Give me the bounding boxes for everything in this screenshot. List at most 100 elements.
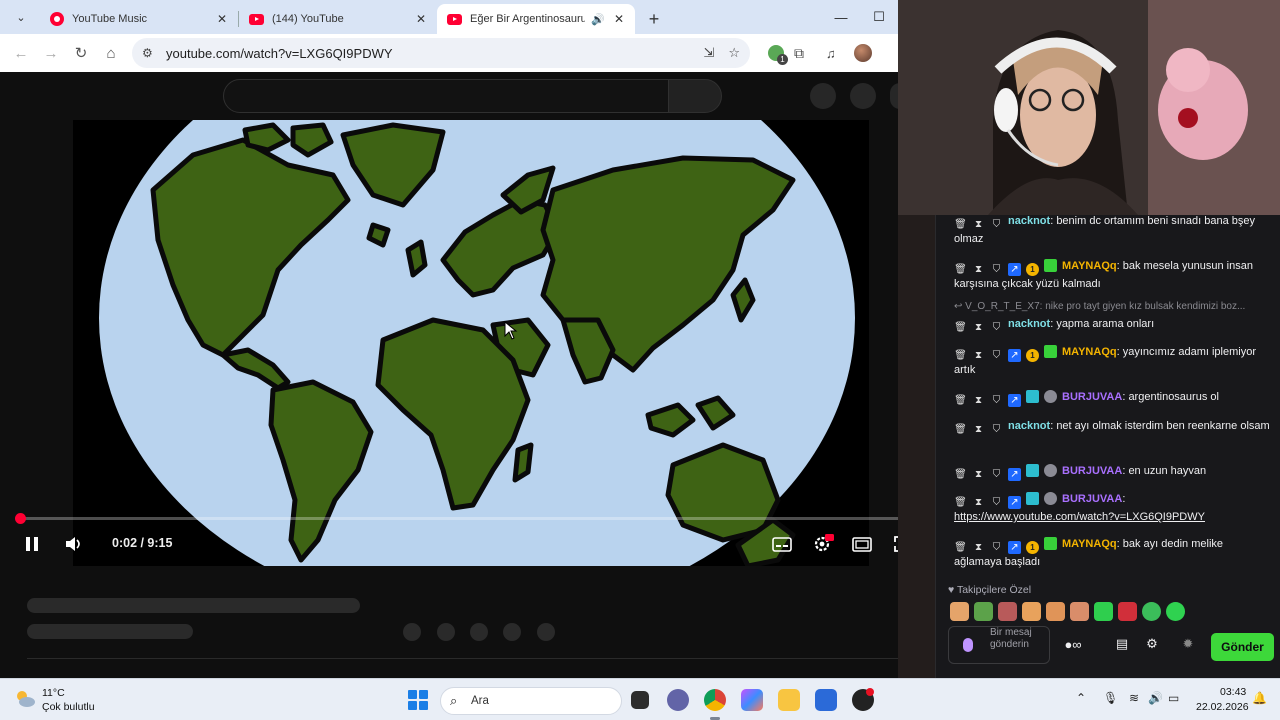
- tab-youtube[interactable]: (144) YouTube ✕: [239, 4, 437, 34]
- extension-icon[interactable]: 1: [768, 45, 788, 65]
- timeout-icon[interactable]: ⧗: [972, 468, 985, 481]
- chat-message[interactable]: 🗑 ⧗ ⛉ ↗ 1 MAYNAQq: bak ayı dedin melike ağlam…: [954, 536, 1270, 571]
- progress-scrubber-handle[interactable]: [15, 513, 26, 524]
- weather-temperature[interactable]: 11°C: [42, 687, 65, 699]
- chat-username[interactable]: MAYNAQq: [1062, 346, 1117, 358]
- reply-preview[interactable]: ↩ V_O_R_T_E_X7: nike pro tayt giyen kız …: [954, 301, 1270, 312]
- copilot-icon[interactable]: [741, 689, 763, 711]
- chat-username[interactable]: BURJUVAA: [1062, 493, 1122, 505]
- cat-emote[interactable]: [950, 602, 969, 621]
- trash-icon[interactable]: 🗑: [954, 349, 967, 362]
- chat-username[interactable]: nacknot: [1008, 215, 1050, 227]
- frog-emote[interactable]: [974, 602, 993, 621]
- close-tab-icon[interactable]: ✕: [214, 12, 230, 26]
- chat-message[interactable]: 🗑 ⧗ ⛉ nacknot: net ayı olmak isterdim ben r…: [954, 418, 1270, 436]
- tray-overflow-icon[interactable]: ⌃: [1076, 691, 1086, 705]
- tab-active-video[interactable]: Eğer Bir Argentinosaurus Ol 🔊 ✕: [437, 4, 635, 34]
- trash-icon[interactable]: 🗑: [954, 423, 967, 436]
- theater-mode-button[interactable]: [850, 528, 874, 560]
- trash-icon[interactable]: 🗑: [954, 321, 967, 334]
- reload-button[interactable]: ↻: [66, 38, 96, 68]
- timeout-icon[interactable]: ⧗: [972, 218, 985, 231]
- audio-playing-icon[interactable]: 🔊: [591, 13, 605, 26]
- battery-icon[interactable]: ▭: [1168, 691, 1179, 705]
- subtitles-button[interactable]: [770, 528, 794, 560]
- address-bar[interactable]: ⚙ youtube.com/watch?v=LXG6QI9PDWY ⇲ ☆: [132, 38, 750, 68]
- url-text[interactable]: youtube.com/watch?v=LXG6QI9PDWY: [166, 46, 689, 61]
- notifications-icon[interactable]: 🔔: [1252, 691, 1267, 705]
- timeout-icon[interactable]: ⧗: [972, 321, 985, 334]
- face-emote[interactable]: [998, 602, 1017, 621]
- trash-icon[interactable]: 🗑: [954, 468, 967, 481]
- start-button[interactable]: [408, 690, 428, 710]
- close-tab-icon[interactable]: ✕: [611, 12, 627, 26]
- create-button[interactable]: [810, 83, 836, 109]
- task-view-icon[interactable]: [631, 691, 649, 709]
- volume-button[interactable]: [62, 528, 86, 560]
- bookmark-star-icon[interactable]: ☆: [728, 45, 740, 61]
- tab-youtube-music[interactable]: YouTube Music ✕: [40, 4, 238, 34]
- chat-message[interactable]: 🗑 ⧗ ⛉ ↗ 1 MAYNAQq: yayıncımız adamı iplemiyor…: [954, 344, 1270, 379]
- home-button[interactable]: ⌂: [96, 38, 126, 68]
- site-info-icon[interactable]: ⚙: [142, 46, 158, 60]
- tab-search-button[interactable]: ⌄: [8, 4, 34, 30]
- send-button[interactable]: Gönder: [1211, 633, 1274, 661]
- chat-username[interactable]: MAYNAQq: [1062, 260, 1117, 272]
- smile-emote[interactable]: [1166, 602, 1185, 621]
- chat-username[interactable]: nacknot: [1008, 420, 1050, 432]
- trash-icon[interactable]: 🗑: [954, 496, 967, 509]
- maximize-icon[interactable]: ☐: [860, 9, 898, 25]
- youtube-search-button[interactable]: [668, 79, 722, 113]
- trash-icon[interactable]: 🗑: [954, 394, 967, 407]
- store-icon[interactable]: [815, 689, 837, 711]
- back-button[interactable]: ←: [6, 38, 36, 68]
- ball-emote[interactable]: [1142, 602, 1161, 621]
- timeout-icon[interactable]: ⧗: [972, 423, 985, 436]
- video-player[interactable]: [73, 120, 869, 566]
- settings-button[interactable]: [810, 528, 836, 560]
- trash-icon[interactable]: 🗑: [954, 218, 967, 231]
- profile-avatar[interactable]: [853, 44, 872, 62]
- chat-message[interactable]: 🗑 ⧗ ⛉ ↗ BURJUVAA: https://www.youtube.com/wat…: [954, 491, 1270, 526]
- chat-message[interactable]: 🗑 ⧗ ⛉ ↗ BURJUVAA: argentinosaurus ol: [954, 389, 1270, 407]
- timeout-icon[interactable]: ⧗: [972, 349, 985, 362]
- chat-message[interactable]: 🗑 ⧗ ⛉ nacknot: yapma arama onları: [954, 316, 1270, 334]
- notifications-button[interactable]: [850, 83, 876, 109]
- new-tab-button[interactable]: +: [641, 6, 667, 32]
- media-control-icon[interactable]: ♫: [826, 46, 836, 61]
- speaker-icon[interactable]: 🔊: [1148, 691, 1163, 705]
- pause-button[interactable]: [20, 528, 44, 560]
- green-emote[interactable]: [1094, 602, 1113, 621]
- cloudy-weather-icon[interactable]: [14, 688, 36, 710]
- teams-icon[interactable]: [667, 689, 689, 711]
- chat-message[interactable]: 🗑 ⧗ ⛉ ↗ BURJUVAA: en uzun hayvan: [954, 463, 1270, 481]
- trash-icon[interactable]: 🗑: [954, 263, 967, 276]
- chat-input[interactable]: Bir mesaj gönderin: [948, 626, 1050, 664]
- clock-date[interactable]: 22.02.2026: [1196, 701, 1249, 713]
- store-icon[interactable]: ▤: [1113, 635, 1131, 653]
- timeout-icon[interactable]: ⧗: [972, 496, 985, 509]
- weather-description[interactable]: Çok bulutlu: [42, 701, 95, 713]
- chat-message[interactable]: 🗑 ⧗ ⛉ nacknot: benim dc ortamım beni sınadı…: [954, 213, 1270, 248]
- install-app-icon[interactable]: ⇲: [703, 45, 714, 61]
- clock-time[interactable]: 03:43: [1220, 686, 1246, 698]
- cat-emote[interactable]: [1070, 602, 1089, 621]
- chat-username[interactable]: nacknot: [1008, 318, 1050, 330]
- red-face-emote[interactable]: [1118, 602, 1137, 621]
- cat-emote[interactable]: [1046, 602, 1065, 621]
- video-progress-bar[interactable]: [20, 517, 926, 520]
- chat-username[interactable]: BURJUVAA: [1062, 391, 1122, 403]
- gear-icon[interactable]: ⚙: [1143, 635, 1161, 653]
- cat-emote[interactable]: [1022, 602, 1041, 621]
- microphone-icon[interactable]: 🎙: [1103, 691, 1118, 705]
- timeout-icon[interactable]: ⧗: [972, 263, 985, 276]
- badge-settings-icon[interactable]: ✹: [1179, 635, 1197, 653]
- close-tab-icon[interactable]: ✕: [413, 12, 429, 26]
- minimize-icon[interactable]: —: [822, 10, 860, 25]
- chrome-icon[interactable]: [704, 689, 726, 711]
- file-explorer-icon[interactable]: [778, 689, 800, 711]
- microphone-icon[interactable]: [963, 638, 973, 652]
- chat-link[interactable]: https://www.youtube.com/watch?v=LXG6QI9P…: [954, 511, 1205, 523]
- chat-username[interactable]: BURJUVAA: [1062, 465, 1122, 477]
- timeout-icon[interactable]: ⧗: [972, 394, 985, 407]
